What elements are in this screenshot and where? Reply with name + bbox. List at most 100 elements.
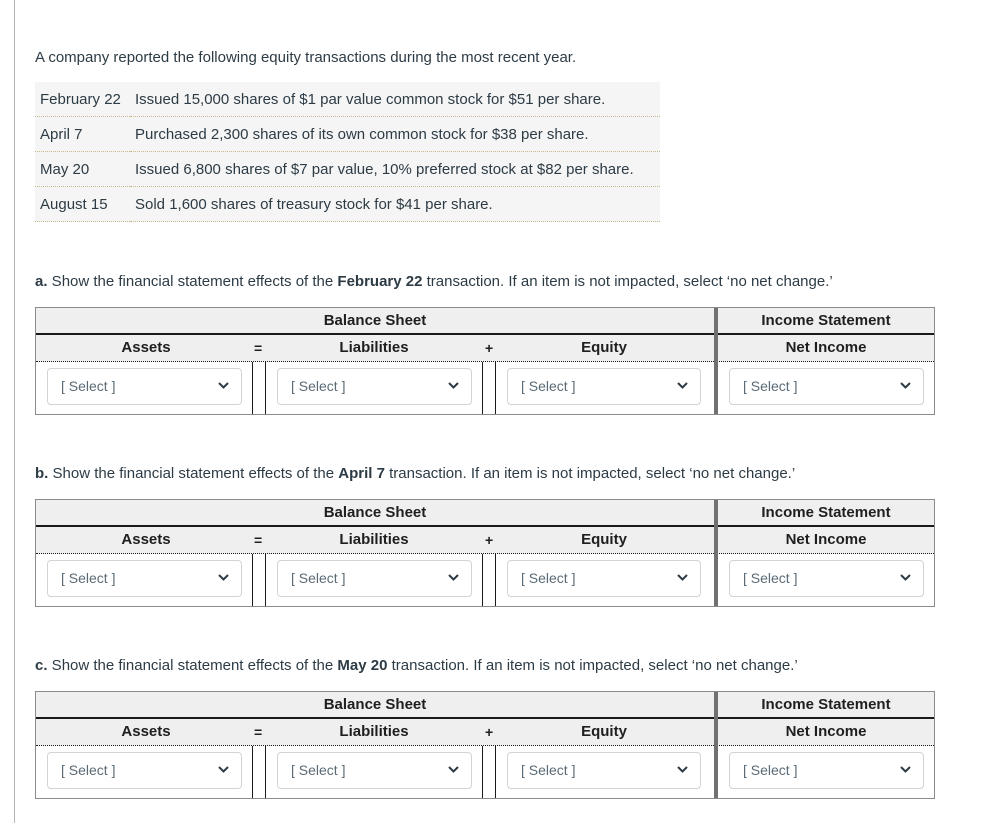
cell-divider: [252, 554, 253, 606]
chevron-down-icon: [900, 766, 911, 773]
net-income-select-value: [ Select ]: [743, 762, 798, 778]
liabilities-select-value: [ Select ]: [291, 378, 346, 394]
question-prompt-b: b. Show the financial statement effects …: [35, 465, 795, 482]
transaction-date: February 22: [35, 82, 130, 117]
net-income-select[interactable]: [ Select ]: [729, 560, 924, 597]
cell-divider: [265, 746, 266, 798]
chevron-down-icon: [677, 382, 688, 389]
liabilities-header: Liabilities: [339, 723, 409, 740]
assets-select[interactable]: [ Select ]: [47, 368, 242, 405]
chevron-down-icon: [218, 766, 229, 773]
net-income-select-value: [ Select ]: [743, 570, 798, 586]
equity-select-value: [ Select ]: [521, 762, 576, 778]
question-prompt-a: a. Show the financial statement effects …: [35, 273, 833, 290]
income-statement-divider: [714, 692, 718, 798]
plus-sign: +: [485, 340, 494, 356]
net-income-header: Net Income: [785, 531, 867, 548]
equals-sign: =: [254, 724, 263, 740]
assets-header: Assets: [121, 531, 171, 548]
net-income-header: Net Income: [785, 339, 867, 356]
transaction-description: Issued 15,000 shares of $1 par value com…: [130, 82, 660, 117]
question-date: February 22: [337, 273, 423, 290]
chevron-down-icon: [677, 766, 688, 773]
cell-divider: [495, 554, 496, 606]
left-border: [14, 0, 15, 823]
equity-header: Equity: [581, 339, 627, 356]
statement-header-row: Balance Sheet Income Statement: [36, 308, 934, 335]
transaction-description: Sold 1,600 shares of treasury stock for …: [130, 186, 660, 222]
equity-select-value: [ Select ]: [521, 570, 576, 586]
column-header-row: Assets = Liabilities + Equity Net Income: [36, 335, 934, 362]
assets-header: Assets: [121, 339, 171, 356]
chevron-down-icon: [448, 382, 459, 389]
statement-header-row: Balance Sheet Income Statement: [36, 500, 934, 527]
income-statement-header: Income Statement: [761, 312, 891, 329]
net-income-select[interactable]: [ Select ]: [729, 752, 924, 789]
intro-text: A company reported the following equity …: [35, 49, 577, 66]
table-row: May 20 Issued 6,800 shares of $7 par val…: [35, 151, 660, 187]
chevron-down-icon: [900, 382, 911, 389]
question-letter: c.: [35, 657, 48, 674]
table-row: August 15 Sold 1,600 shares of treasury …: [35, 186, 660, 222]
financial-effects-table-a: Balance Sheet Income Statement Assets = …: [35, 307, 935, 415]
question-date: April 7: [338, 465, 385, 482]
transaction-date: April 7: [35, 116, 130, 152]
income-statement-divider: [714, 308, 718, 414]
income-statement-header: Income Statement: [761, 696, 891, 713]
assets-select-value: [ Select ]: [61, 378, 116, 394]
question-letter: a.: [35, 273, 48, 290]
transaction-description: Issued 6,800 shares of $7 par value, 10%…: [130, 151, 660, 187]
equity-select[interactable]: [ Select ]: [507, 752, 701, 789]
cell-divider: [482, 554, 483, 606]
chevron-down-icon: [218, 574, 229, 581]
cell-divider: [265, 554, 266, 606]
chevron-down-icon: [448, 574, 459, 581]
question-letter: b.: [35, 465, 49, 482]
liabilities-select[interactable]: [ Select ]: [277, 368, 472, 405]
plus-sign: +: [485, 532, 494, 548]
net-income-select-value: [ Select ]: [743, 378, 798, 394]
column-header-row: Assets = Liabilities + Equity Net Income: [36, 719, 934, 746]
transactions-table: February 22 Issued 15,000 shares of $1 p…: [35, 82, 660, 222]
financial-effects-table-c: Balance Sheet Income Statement Assets = …: [35, 691, 935, 799]
equity-header: Equity: [581, 723, 627, 740]
table-row: February 22 Issued 15,000 shares of $1 p…: [35, 82, 660, 117]
liabilities-header: Liabilities: [339, 531, 409, 548]
net-income-header: Net Income: [785, 723, 867, 740]
cell-divider: [252, 746, 253, 798]
transaction-description: Purchased 2,300 shares of its own common…: [130, 116, 660, 152]
cell-divider: [482, 746, 483, 798]
question-suffix: transaction. If an item is not impacted,…: [387, 657, 798, 674]
chevron-down-icon: [218, 382, 229, 389]
cell-divider: [252, 362, 253, 414]
question-suffix: transaction. If an item is not impacted,…: [384, 465, 796, 482]
equity-select[interactable]: [ Select ]: [507, 560, 701, 597]
question-prompt-c: c. Show the financial statement effects …: [35, 657, 798, 674]
question-prefix: Show the financial statement effects of …: [47, 657, 338, 674]
chevron-down-icon: [448, 766, 459, 773]
liabilities-select[interactable]: [ Select ]: [277, 560, 472, 597]
question-suffix: transaction. If an item is not impacted,…: [422, 273, 833, 290]
transaction-date: August 15: [35, 186, 130, 222]
assets-select[interactable]: [ Select ]: [47, 560, 242, 597]
question-date: May 20: [337, 657, 388, 674]
net-income-select[interactable]: [ Select ]: [729, 368, 924, 405]
balance-sheet-header: Balance Sheet: [323, 696, 427, 713]
income-statement-divider: [714, 500, 718, 606]
cell-divider: [495, 362, 496, 414]
liabilities-select-value: [ Select ]: [291, 762, 346, 778]
chevron-down-icon: [677, 574, 688, 581]
financial-effects-table-b: Balance Sheet Income Statement Assets = …: [35, 499, 935, 607]
assets-select[interactable]: [ Select ]: [47, 752, 242, 789]
income-statement-header: Income Statement: [761, 504, 891, 521]
liabilities-select[interactable]: [ Select ]: [277, 752, 472, 789]
equals-sign: =: [254, 340, 263, 356]
cell-divider: [495, 746, 496, 798]
transaction-date: May 20: [35, 151, 130, 187]
equity-select-value: [ Select ]: [521, 378, 576, 394]
assets-select-value: [ Select ]: [61, 762, 116, 778]
column-header-row: Assets = Liabilities + Equity Net Income: [36, 527, 934, 554]
equity-select[interactable]: [ Select ]: [507, 368, 701, 405]
balance-sheet-header: Balance Sheet: [323, 312, 427, 329]
assets-header: Assets: [121, 723, 171, 740]
